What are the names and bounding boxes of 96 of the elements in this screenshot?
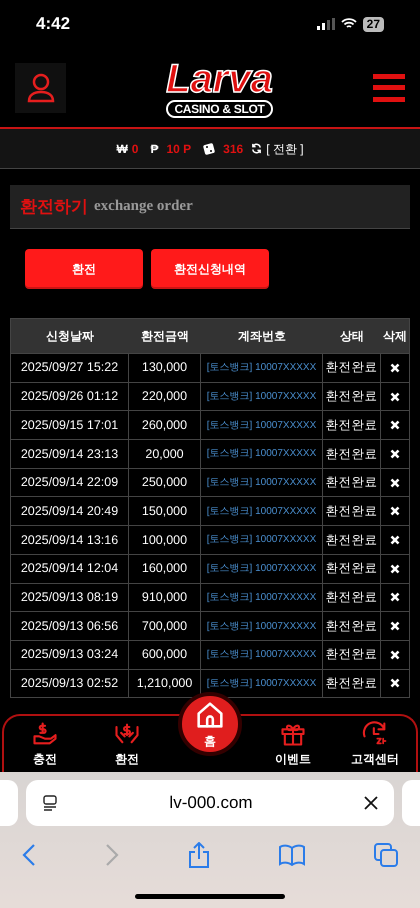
table-cell: 환전완료 <box>323 497 381 526</box>
nav-item[interactable]: 충전 <box>4 720 86 768</box>
table-cell: 250,000 <box>129 468 201 496</box>
close-icon <box>390 592 400 602</box>
table-cell: 2025/09/13 08:19 <box>11 584 129 612</box>
table-cell: 환전완료 <box>323 554 381 582</box>
convert-link[interactable]: [ 전환 ] <box>266 140 304 158</box>
won-symbol: ₩ <box>116 140 128 158</box>
nav-item[interactable]: 이벤트 <box>252 720 334 768</box>
table-cell: 910,000 <box>129 584 201 612</box>
action-button[interactable]: 환전신청내역 <box>151 249 269 289</box>
table-cell: 환전완료 <box>323 526 381 554</box>
chip-balance: 316 <box>223 140 244 158</box>
table-cell: 220,000 <box>129 382 201 410</box>
point-balance: 10 P <box>166 140 192 158</box>
table-cell: 환전완료 <box>323 584 381 612</box>
table-cell: 2025/09/14 20:49 <box>11 497 129 526</box>
close-icon <box>390 650 400 660</box>
table-cell: 2025/09/14 22:09 <box>11 468 129 496</box>
table-cell: 2025/09/14 13:16 <box>11 526 129 554</box>
page-title: 환전하기 <box>20 196 88 218</box>
close-icon <box>390 420 400 430</box>
close-icon <box>390 448 400 459</box>
table-cell: 260,000 <box>129 411 201 440</box>
user-icon <box>26 72 54 102</box>
menu-button[interactable] <box>373 74 405 102</box>
close-icon <box>390 506 400 516</box>
table-cell: 2025/09/13 06:56 <box>11 612 129 640</box>
table-cell: 2025/09/27 15:22 <box>11 354 129 382</box>
table-cell: [토스뱅크] 10007XXXXX <box>201 497 323 526</box>
tabs-icon[interactable] <box>374 843 398 867</box>
address-bar[interactable]: lv-000.com <box>26 780 394 826</box>
table-cell: 160,000 <box>129 554 201 582</box>
action-button[interactable]: 환전 <box>25 249 143 289</box>
close-icon <box>390 392 400 402</box>
table-cell: 2025/09/26 01:12 <box>11 382 129 410</box>
table-cell: 환전완료 <box>323 640 381 669</box>
table-cell: [토스뱅크] 10007XXXXX <box>201 468 323 496</box>
close-icon <box>390 621 400 632</box>
reader-icon <box>42 795 58 811</box>
table-cell: 2025/09/15 17:01 <box>11 411 129 440</box>
table-cell: 환전완료 <box>323 382 381 410</box>
close-icon <box>390 678 400 688</box>
column-header: 계좌번호 <box>237 328 287 345</box>
nav-item[interactable]: 환전 <box>86 720 168 768</box>
profile-button[interactable] <box>15 62 66 112</box>
share-icon[interactable] <box>188 842 210 868</box>
table-cell: [토스뱅크] 10007XXXXX <box>201 526 323 554</box>
table-cell: 2025/09/13 02:52 <box>11 670 129 698</box>
table-cell: [토스뱅크] 10007XXXXX <box>201 411 323 440</box>
table-cell: [토스뱅크] 10007XXXXX <box>201 612 323 640</box>
page-subtitle: exchange order <box>94 197 193 216</box>
table-cell: 환전완료 <box>323 468 381 496</box>
table-cell: [토스뱅크] 10007XXXXX <box>201 440 323 468</box>
table-cell: 130,000 <box>129 354 201 382</box>
dice-icon <box>203 142 216 154</box>
nav-item[interactable]: 홈 <box>178 692 242 756</box>
column-header: 삭제 <box>382 328 408 345</box>
table-cell: 150,000 <box>129 497 201 526</box>
table-cell: 700,000 <box>129 612 201 640</box>
cash-balance: 0 <box>132 140 138 158</box>
column-header: 환전금액 <box>140 328 190 345</box>
close-icon <box>390 362 400 373</box>
table-cell: 환전완료 <box>323 612 381 640</box>
table-cell: [토스뱅크] 10007XXXXX <box>201 554 323 582</box>
table-cell: [토스뱅크] 10007XXXXX <box>201 354 323 382</box>
table-cell: 2025/09/14 12:04 <box>11 554 129 582</box>
table-cell: 2025/09/13 03:24 <box>11 640 129 669</box>
close-icon[interactable] <box>364 796 378 810</box>
table-cell: 환전완료 <box>323 411 381 440</box>
book-icon[interactable] <box>279 844 305 866</box>
column-header: 신청날짜 <box>45 328 95 345</box>
table-cell: 환전완료 <box>323 670 381 698</box>
table-cell: 600,000 <box>129 640 201 669</box>
column-header: 상태 <box>339 328 365 345</box>
table-cell: 2025/09/14 23:13 <box>11 440 129 468</box>
battery-icon: 27 <box>362 16 384 32</box>
signal-icon <box>316 18 335 30</box>
table-cell: 20,000 <box>129 440 201 468</box>
refresh-icon <box>251 143 262 154</box>
back-icon[interactable] <box>22 844 36 866</box>
point-symbol: ₱ <box>150 140 158 158</box>
wifi-icon <box>340 18 357 30</box>
close-icon <box>390 534 400 545</box>
status-time: 4:42 <box>36 13 70 36</box>
url-text: lv-000.com <box>168 792 254 814</box>
table-cell: 100,000 <box>129 526 201 554</box>
table-cell: [토스뱅크] 10007XXXXX <box>201 382 323 410</box>
close-icon <box>390 478 400 488</box>
table-cell: 환전완료 <box>323 440 381 468</box>
close-icon <box>390 564 400 574</box>
logo: Larva CASINO & SLOT <box>166 58 273 118</box>
table-cell: 환전완료 <box>323 354 381 382</box>
table-cell: [토스뱅크] 10007XXXXX <box>201 584 323 612</box>
nav-item[interactable]: 고객센터 <box>334 720 416 768</box>
table-cell: [토스뱅크] 10007XXXXX <box>201 640 323 669</box>
